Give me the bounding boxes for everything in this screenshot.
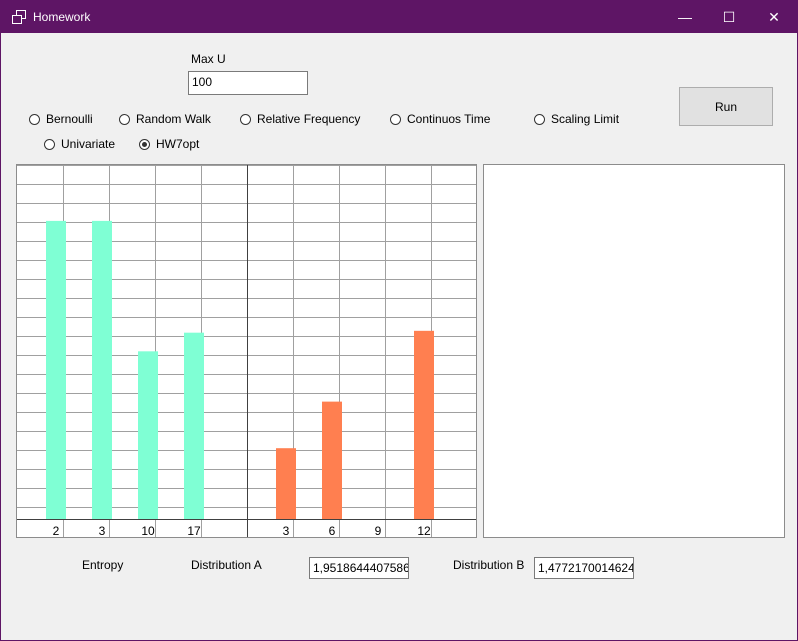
maximize-button[interactable]: ☐ — [706, 1, 752, 33]
radio-random-walk[interactable]: Random Walk — [119, 111, 211, 127]
radio-random-walk-label: Random Walk — [136, 112, 211, 126]
x-tick-label: 12 — [417, 524, 431, 538]
distribution-a-value[interactable]: 1,95186444075866 — [309, 557, 409, 579]
x-tick-label: 2 — [53, 524, 60, 538]
radio-scaling-limit-dot — [534, 113, 545, 125]
x-tick-label: 10 — [141, 524, 155, 538]
minimize-button[interactable]: — — [662, 1, 708, 33]
radio-hw7opt-label: HW7opt — [156, 137, 200, 151]
x-tick-label: 17 — [187, 524, 201, 538]
distribution-b-label: Distribution B — [453, 558, 525, 572]
radio-univariate-label: Univariate — [61, 137, 116, 151]
window-title: Homework — [33, 10, 91, 24]
radio-continuos-time-dot — [390, 113, 401, 125]
x-tick-label: 3 — [99, 524, 106, 538]
chart-bar — [276, 448, 296, 519]
run-button[interactable]: Run — [679, 87, 773, 126]
close-icon: ✕ — [768, 8, 780, 25]
radio-bernoulli-label: Bernoulli — [46, 112, 93, 126]
maximize-icon: ☐ — [722, 8, 736, 25]
x-tick-label: 9 — [375, 524, 382, 538]
distribution-a-label: Distribution A — [191, 558, 262, 572]
window-icon — [12, 10, 26, 24]
radio-scaling-limit[interactable]: Scaling Limit — [534, 111, 619, 127]
chart-bar — [414, 330, 434, 519]
max-u-input[interactable]: 100 — [188, 71, 308, 95]
title-bar: Homework — ☐ ✕ — [1, 1, 797, 33]
chart-bar — [184, 332, 204, 519]
distribution-b-value[interactable]: 1,47721700146248. — [534, 557, 634, 579]
max-u-label: Max U — [191, 52, 226, 66]
app-window: Homework — ☐ ✕ Max U 100 Bernoulli Rando… — [0, 0, 798, 641]
entropy-label: Entropy — [82, 558, 124, 572]
minimize-icon: — — [678, 9, 692, 25]
histogram-chart: 2 3 10 17 3 6 9 12 — [16, 164, 477, 538]
radio-univariate[interactable]: Univariate — [44, 136, 115, 152]
radio-scaling-limit-label: Scaling Limit — [551, 112, 620, 126]
x-tick-label: 3 — [283, 524, 290, 538]
secondary-chart-area — [483, 164, 785, 538]
chart-bar — [322, 401, 342, 519]
radio-bernoulli[interactable]: Bernoulli — [29, 111, 93, 127]
chart-bar — [46, 220, 66, 519]
radio-univariate-dot — [44, 138, 55, 150]
radio-hw7opt[interactable]: HW7opt — [139, 136, 199, 152]
radio-relative-frequency-dot — [240, 113, 251, 125]
radio-relative-frequency[interactable]: Relative Frequency — [240, 111, 360, 127]
x-tick-label: 6 — [329, 524, 336, 538]
chart-bar — [92, 220, 112, 519]
chart-bar — [138, 351, 158, 519]
radio-continuos-time-label: Continuos Time — [407, 112, 491, 126]
radio-random-walk-dot — [119, 113, 130, 125]
radio-continuos-time[interactable]: Continuos Time — [390, 111, 490, 127]
radio-hw7opt-dot — [139, 138, 150, 150]
radio-relative-frequency-label: Relative Frequency — [257, 112, 361, 126]
close-button[interactable]: ✕ — [751, 1, 797, 33]
radio-bernoulli-dot — [29, 113, 40, 125]
